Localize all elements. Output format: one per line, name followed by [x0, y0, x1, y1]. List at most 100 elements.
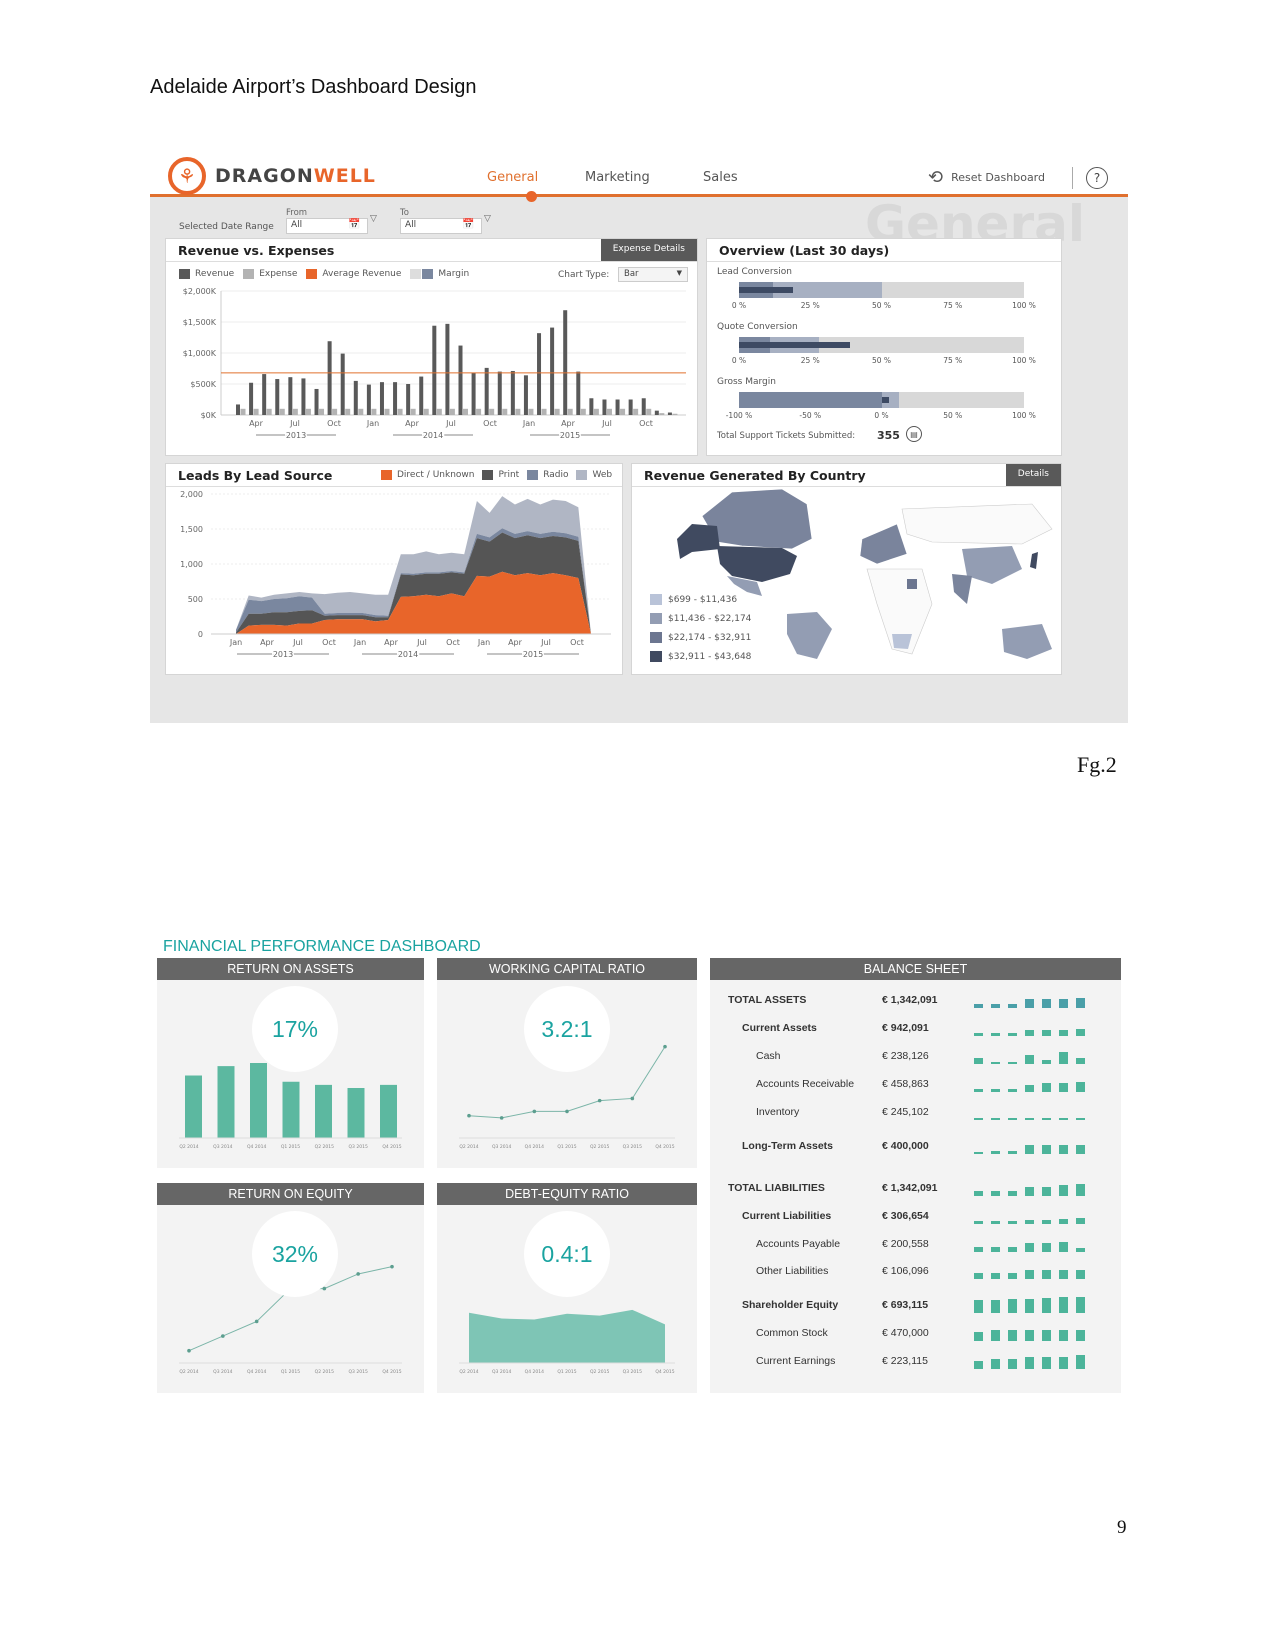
year-label: 2014	[398, 650, 418, 659]
x-tick-label: Q4 2014	[247, 1144, 266, 1150]
balance-row-value: € 1,342,091	[882, 994, 938, 1006]
spark-bar	[1025, 1118, 1034, 1120]
reset-dashboard-button[interactable]: ⟲ Reset Dashboard	[928, 167, 1045, 188]
chevron-down-icon[interactable]: ▽	[484, 214, 491, 224]
world-map[interactable]	[632, 464, 1063, 676]
working-capital-ratio-card: WORKING CAPITAL RATIO Q2 2014 Q3 2014 Q4 2…	[437, 958, 697, 1168]
tab-sales[interactable]: Sales	[703, 170, 738, 185]
balance-row-value: € 693,115	[882, 1299, 929, 1311]
spark-bar	[1008, 1330, 1017, 1341]
y-tick-label: $500K	[190, 380, 216, 389]
legend-label: $32,911 - $43,648	[668, 651, 752, 662]
tab-general[interactable]: General	[487, 170, 538, 185]
spark-bar	[1059, 999, 1068, 1008]
spark-bar	[1008, 1221, 1017, 1224]
spark-bar	[1025, 1357, 1034, 1369]
kpi-value: 32%	[252, 1211, 338, 1297]
revenue-bar	[288, 377, 293, 415]
year-label: 2015	[560, 431, 580, 440]
balance-row-label: Cash	[756, 1050, 781, 1062]
spark-bar	[1042, 1187, 1051, 1196]
balance-sparkline	[974, 1261, 1085, 1279]
spark-bar	[1008, 1089, 1017, 1092]
tick-label: 100 %	[1012, 301, 1036, 310]
debt-equity-ratio-card: DEBT-EQUITY RATIO Q2 2014 Q3 2014 Q4 2014 Q…	[437, 1183, 697, 1393]
kpi-value: 0.4:1	[524, 1211, 610, 1297]
bullet-value	[739, 287, 794, 293]
spark-bar	[1008, 1359, 1017, 1369]
spark-bar	[1042, 1298, 1051, 1313]
spark-bar	[1042, 1270, 1051, 1279]
spark-bar	[1059, 1118, 1068, 1120]
chart-search-icon[interactable]: ▤	[906, 426, 922, 442]
spark-bar	[1076, 1218, 1085, 1224]
kpi-value: 3.2:1	[524, 986, 610, 1072]
chevron-down-icon[interactable]: ▽	[370, 214, 377, 224]
revenue-bar	[628, 399, 633, 415]
x-tick-label: Q4 2015	[382, 1144, 401, 1150]
data-point	[532, 1109, 537, 1114]
tick-label: 0 %	[731, 356, 747, 365]
x-tick-label: Q3 2015	[349, 1369, 368, 1375]
expense-bar	[567, 408, 573, 415]
revenue-bar	[406, 384, 411, 415]
y-tick-label: 500	[188, 595, 203, 604]
revenue-bar	[236, 404, 240, 415]
x-tick-label: Q2 2014	[179, 1369, 198, 1375]
spark-bar	[1008, 1299, 1017, 1313]
roa-bar	[380, 1084, 397, 1138]
expense-bar	[397, 408, 403, 415]
legend-swatch	[650, 594, 662, 605]
tick-label: 100 %	[1012, 411, 1036, 420]
revenue-expenses-panel: Revenue vs. Expenses Expense Details Rev…	[165, 238, 698, 456]
revenue-bar	[497, 371, 502, 415]
x-tick-label: Q2 2015	[315, 1369, 334, 1375]
x-tick-label: Jan	[522, 419, 535, 428]
x-tick-label: Q3 2014	[492, 1369, 511, 1375]
tab-marketing[interactable]: Marketing	[585, 170, 650, 185]
kpi-value: 17%	[252, 986, 338, 1072]
spark-bar	[1025, 1270, 1034, 1279]
y-tick-label: 1,500	[180, 525, 203, 534]
spark-bar	[1025, 999, 1034, 1008]
data-point	[221, 1334, 225, 1338]
balance-sparkline	[974, 990, 1085, 1008]
balance-sparkline	[974, 1234, 1085, 1252]
x-tick-label: Q3 2015	[623, 1144, 642, 1150]
balance-row-label: Other Liabilities	[756, 1265, 829, 1277]
x-tick-label: Jan	[229, 638, 242, 647]
spark-bar	[1059, 1083, 1068, 1092]
expense-bar	[502, 408, 508, 415]
tick-label: 75 %	[943, 356, 963, 365]
spark-bar	[1025, 1187, 1034, 1196]
tickets-value: 355	[877, 429, 900, 442]
revenue-bar	[314, 388, 319, 415]
spark-bar	[1042, 1220, 1051, 1224]
spark-bar	[974, 1332, 983, 1341]
revenue-bar	[458, 345, 463, 415]
revenue-bar	[484, 367, 489, 415]
expense-bar	[620, 408, 626, 415]
spark-bar	[991, 1191, 1000, 1196]
to-label: To	[400, 208, 409, 218]
balance-sparkline	[974, 1018, 1085, 1036]
brand-name: DRAGONWELL	[215, 165, 376, 187]
bullet-value	[881, 397, 889, 403]
expense-bar	[345, 408, 351, 415]
x-tick-label: Q3 2015	[623, 1369, 642, 1375]
calendar-icon[interactable]: 📅	[348, 219, 360, 230]
revenue-bar	[432, 325, 437, 415]
legend-swatch	[650, 613, 662, 624]
help-button[interactable]: ?	[1086, 167, 1108, 189]
spark-bar	[1008, 1191, 1017, 1196]
balance-row-value: € 470,000	[882, 1327, 929, 1339]
spark-bar	[991, 1330, 1000, 1341]
balance-row-value: € 223,115	[882, 1355, 928, 1367]
data-point	[467, 1113, 471, 1118]
spark-bar	[991, 1273, 1000, 1279]
spark-bar	[991, 1221, 1000, 1224]
revenue-chart: $0K $500K $1,000K $1,500K $2,000K Apr Jul Oct Ja…	[183, 287, 686, 442]
tick-label: 75 %	[943, 301, 963, 310]
spark-bar	[1059, 1242, 1068, 1252]
calendar-icon[interactable]: 📅	[462, 219, 474, 230]
